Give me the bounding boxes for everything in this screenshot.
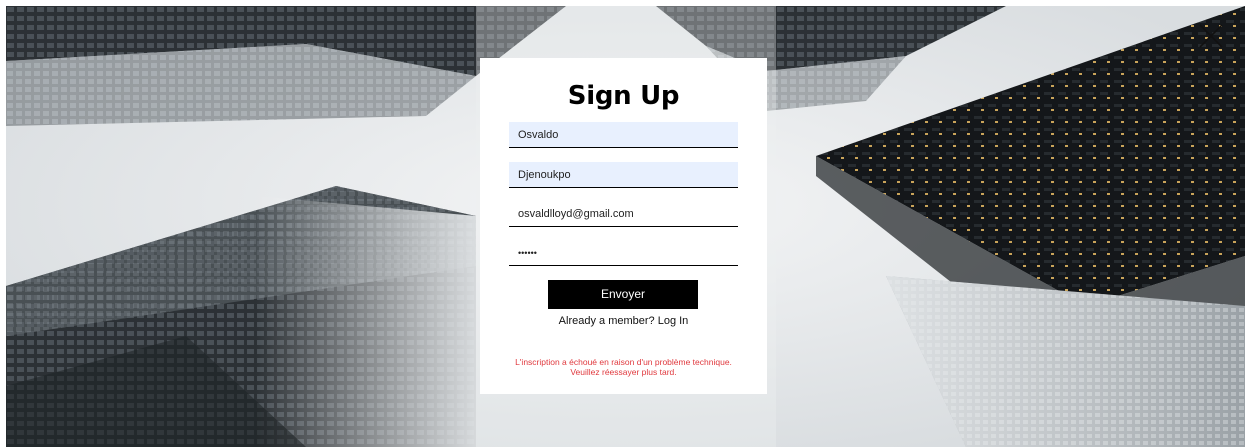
modal-title: Sign Up (567, 81, 680, 111)
member-prompt-text: Already a member? (558, 315, 658, 327)
password-input[interactable] (509, 240, 738, 266)
email-input[interactable] (509, 201, 738, 227)
login-link[interactable]: Log In (658, 315, 689, 327)
error-line-1: L'inscription a échoué en raison d'un pr… (515, 357, 732, 367)
last-name-wrap (509, 162, 738, 188)
last-name-input[interactable] (509, 162, 738, 188)
password-wrap (509, 240, 738, 266)
error-line-2: Veuillez réessayer plus tard. (570, 367, 677, 377)
first-name-wrap (509, 122, 738, 148)
close-button[interactable] (1197, 22, 1225, 50)
submit-button[interactable]: Envoyer (548, 280, 698, 309)
email-wrap (509, 201, 738, 227)
close-icon (1199, 24, 1223, 48)
signup-modal: Sign Up Envoyer Already a member? Log In… (480, 58, 767, 394)
login-prompt: Already a member? Log In (480, 315, 767, 327)
background-scene: Sign Up Envoyer Already a member? Log In… (6, 6, 1245, 447)
error-message: L'inscription a échoué en raison d'un pr… (480, 357, 767, 377)
first-name-input[interactable] (509, 122, 738, 148)
